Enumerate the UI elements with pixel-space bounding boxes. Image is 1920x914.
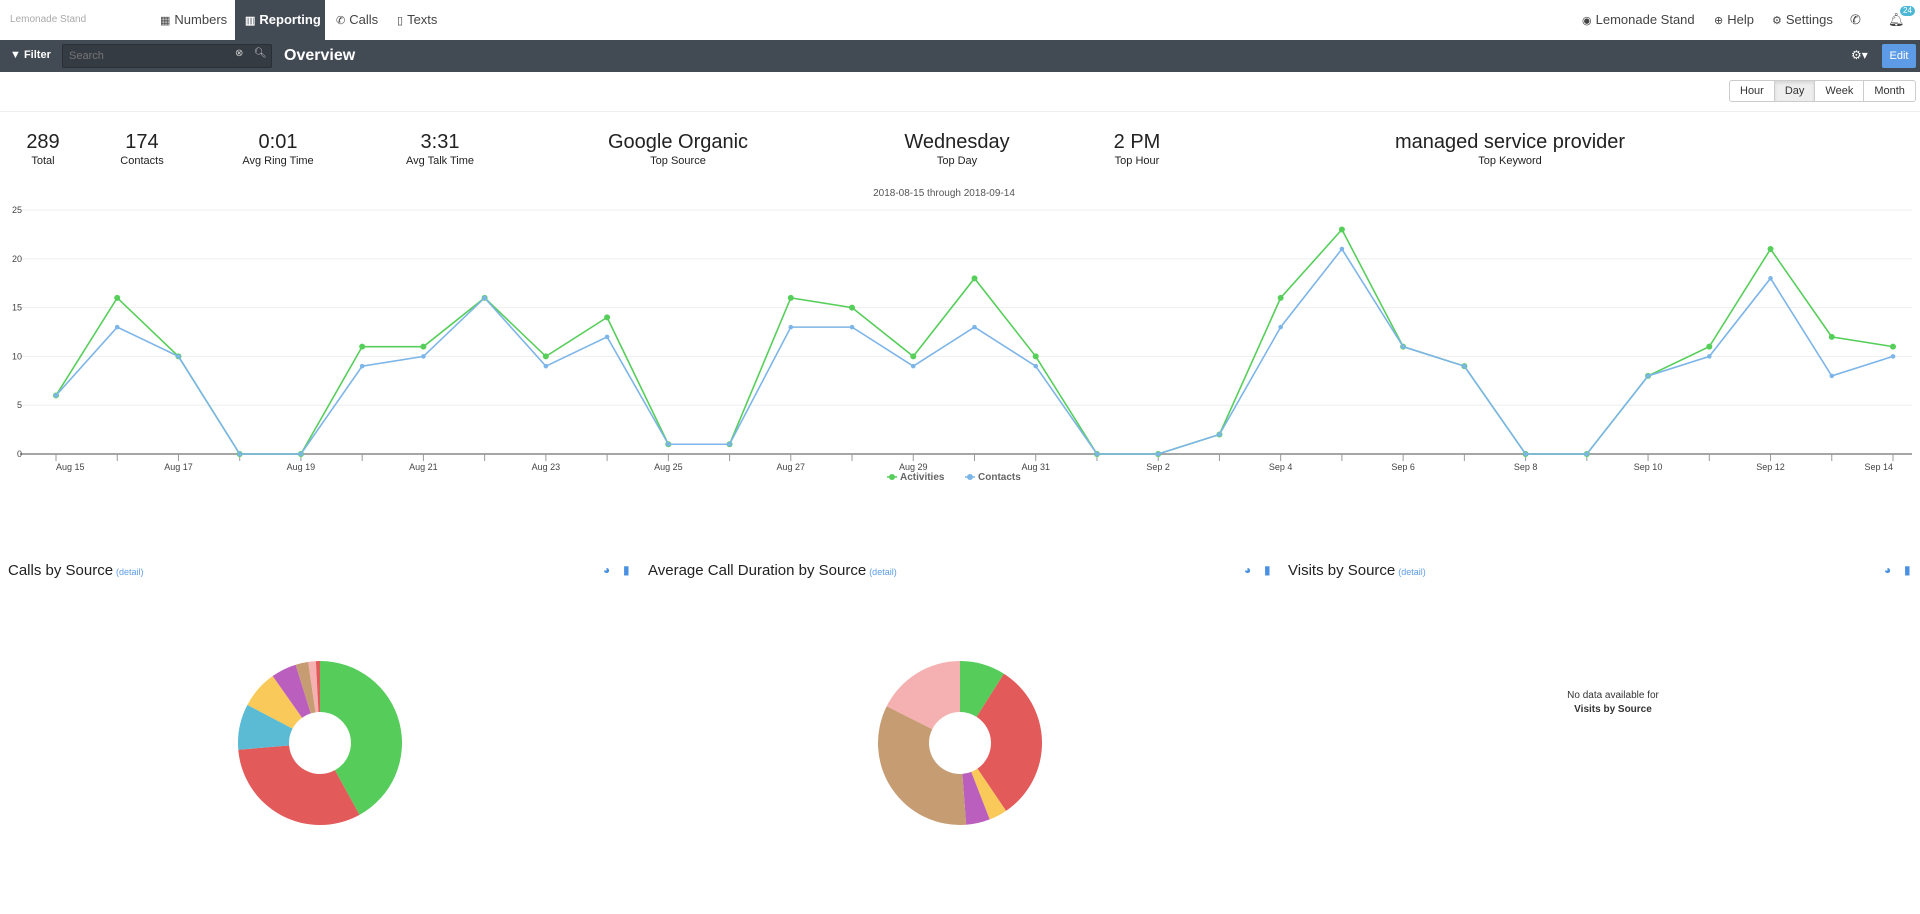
- x-tick-label: Sep 14: [1864, 462, 1893, 472]
- data-point: [972, 324, 977, 330]
- data-point: [1155, 451, 1161, 457]
- section-title-duration: Average Call Duration by Source (detail): [648, 562, 897, 579]
- data-point: [727, 441, 732, 447]
- x-tick-label: Aug 19: [287, 462, 316, 472]
- pie-slice: [878, 706, 967, 825]
- detail-link[interactable]: (detail): [116, 567, 144, 577]
- x-tick-label: Sep 10: [1634, 462, 1663, 472]
- x-tick-label: Aug 25: [654, 462, 683, 472]
- data-point: [420, 343, 427, 350]
- y-tick-label: 0: [17, 449, 22, 459]
- data-point: [787, 294, 794, 301]
- data-point: [1890, 343, 1896, 350]
- data-point: [542, 353, 549, 360]
- data-point: [666, 441, 671, 447]
- data-point: [849, 324, 855, 330]
- data-point: [1767, 246, 1774, 253]
- data-point: [971, 275, 978, 282]
- data-point: [53, 393, 59, 398]
- data-point: [1462, 363, 1467, 369]
- x-tick-label: Sep 2: [1146, 462, 1170, 472]
- x-tick-label: Sep 4: [1269, 462, 1293, 472]
- data-point: [910, 353, 917, 360]
- data-point: [1217, 432, 1222, 437]
- data-point: [1523, 451, 1528, 457]
- data-point: [298, 451, 304, 457]
- x-tick-label: Aug 21: [409, 462, 438, 472]
- data-point: [1278, 324, 1283, 330]
- data-point: [359, 343, 366, 350]
- y-tick-label: 5: [17, 400, 22, 410]
- pie-view-icon[interactable]: ◕: [1884, 563, 1891, 577]
- data-point: [1400, 344, 1406, 349]
- data-point: [1828, 333, 1835, 340]
- call-duration-donut: [878, 661, 1042, 825]
- data-point: [1890, 354, 1896, 359]
- x-tick-label: Aug 27: [777, 462, 806, 472]
- detail-link[interactable]: (detail): [1398, 567, 1426, 577]
- x-tick-label: Sep 12: [1756, 462, 1785, 472]
- no-data-message: No data available for Visits by Source: [1567, 690, 1659, 715]
- section-title-calls: Calls by Source (detail): [8, 562, 144, 579]
- x-tick-label: Aug 31: [1021, 462, 1050, 472]
- x-tick-label: Sep 8: [1514, 462, 1538, 472]
- data-point: [543, 363, 549, 369]
- bar-view-icon[interactable]: ▮: [1904, 563, 1911, 577]
- y-tick-label: 15: [12, 303, 22, 313]
- data-point: [604, 314, 611, 321]
- data-point: [1033, 363, 1039, 369]
- pie-slice: [238, 745, 360, 825]
- legend-label: Activities: [900, 472, 945, 483]
- x-tick-label: Aug 29: [899, 462, 928, 472]
- data-point: [1094, 451, 1100, 457]
- x-tick-label: Sep 6: [1391, 462, 1415, 472]
- data-point: [114, 324, 120, 330]
- data-point: [910, 363, 916, 369]
- section-title-visits: Visits by Source (detail): [1288, 562, 1426, 579]
- x-tick-label: Aug 17: [164, 462, 193, 472]
- series-line-activities: [55, 228, 1894, 455]
- data-point: [421, 354, 426, 359]
- bar-view-icon[interactable]: ▮: [1264, 563, 1271, 577]
- data-point: [359, 363, 365, 369]
- data-point: [1768, 276, 1773, 281]
- pie-view-icon[interactable]: ◕: [1244, 563, 1251, 577]
- data-point: [1706, 343, 1713, 350]
- data-point: [1338, 226, 1345, 233]
- data-point: [114, 294, 121, 301]
- legend-label: Contacts: [978, 472, 1021, 483]
- data-point: [1707, 354, 1712, 359]
- x-tick-label: Aug 23: [532, 462, 561, 472]
- y-tick-label: 25: [12, 205, 22, 215]
- data-point: [482, 295, 487, 301]
- data-point: [1645, 373, 1651, 379]
- data-point: [604, 334, 610, 340]
- data-point: [237, 451, 242, 457]
- bar-view-icon[interactable]: ▮: [623, 563, 630, 577]
- data-point: [1032, 353, 1039, 360]
- x-tick-label: Aug 15: [56, 462, 85, 472]
- data-point: [1829, 373, 1835, 379]
- data-point: [788, 324, 794, 330]
- data-point: [849, 304, 856, 311]
- y-tick-label: 10: [12, 351, 22, 361]
- y-tick-label: 20: [12, 254, 22, 264]
- pie-view-icon[interactable]: ◕: [603, 563, 610, 577]
- calls-by-source-donut: [238, 661, 402, 825]
- data-point: [176, 354, 181, 359]
- data-point: [1584, 451, 1590, 457]
- detail-link[interactable]: (detail): [869, 567, 897, 577]
- data-point: [1339, 246, 1345, 252]
- data-point: [1277, 294, 1284, 301]
- activity-line-chart: 0 5 10 15 20 25 Aug 15 Aug 17 Aug 19 Aug 21 Aug 23…: [12, 205, 1912, 483]
